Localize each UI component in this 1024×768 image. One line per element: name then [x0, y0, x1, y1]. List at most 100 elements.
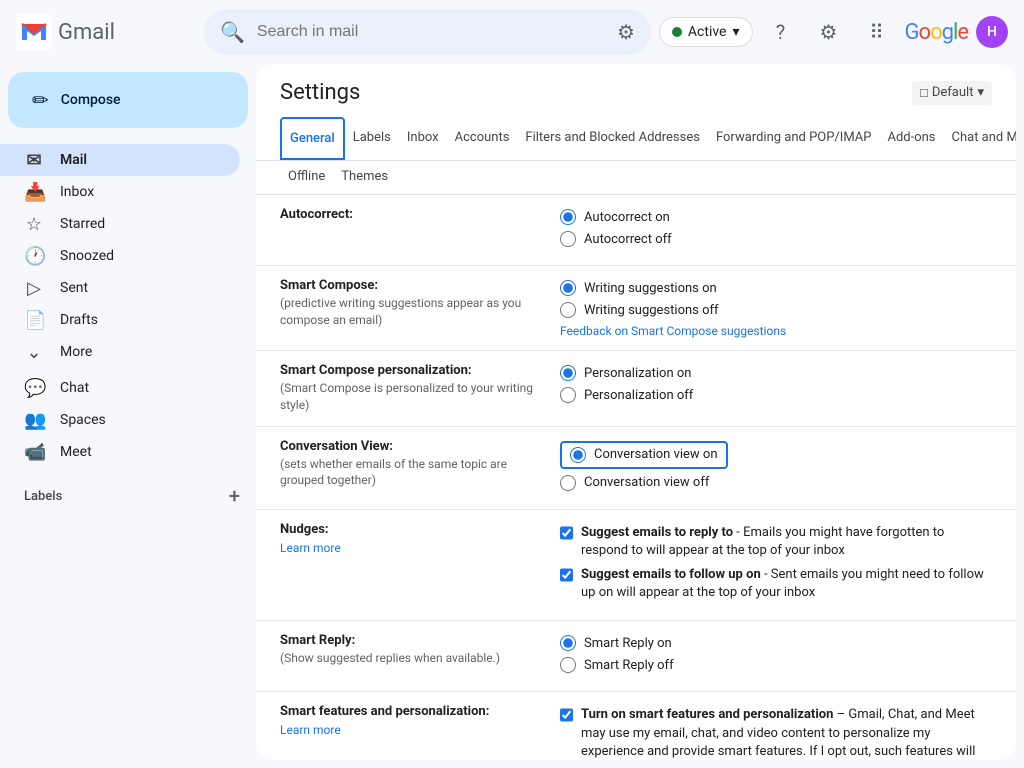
smart-features-label: Smart features and personalization: [280, 704, 536, 719]
smart-compose-pers-sublabel: (Smart Compose is personalized to your w… [280, 380, 536, 414]
tab-accounts[interactable]: Accounts [447, 118, 518, 160]
tab-inbox[interactable]: Inbox [399, 118, 447, 160]
tab-labels[interactable]: Labels [345, 118, 399, 160]
settings-view-label: □ [920, 85, 928, 101]
search-bar[interactable]: 🔍 ⚙ [204, 9, 651, 55]
personalization-on-option[interactable]: Personalization on [560, 365, 992, 381]
smart-compose-label: Smart Compose: [280, 278, 536, 293]
writing-suggestions-off-option[interactable]: Writing suggestions off [560, 302, 992, 318]
settings-title-text: Settings [280, 80, 360, 105]
suggest-reply-checkbox[interactable] [560, 525, 573, 541]
add-label-button[interactable]: + [229, 484, 240, 508]
personalization-on-label: Personalization on [584, 366, 691, 381]
sidebar-item-sent[interactable]: ▷ Sent [0, 272, 240, 304]
settings-view-button[interactable]: □ Default ▾ [912, 81, 992, 105]
sidebar-item-starred[interactable]: ☆ Starred [0, 208, 240, 240]
smart-reply-sublabel: (Show suggested replies when available.) [280, 650, 536, 667]
compose-label: Compose [61, 92, 121, 108]
google-logo: Google [905, 20, 968, 45]
conversation-view-on-label: Conversation view on [594, 447, 718, 462]
nav-section-chat: 💬 Chat 👥 Spaces 📹 Meet [0, 372, 256, 468]
autocorrect-on-radio[interactable] [560, 209, 576, 225]
tab-filters[interactable]: Filters and Blocked Addresses [517, 118, 708, 160]
smart-reply-label-col: Smart Reply: (Show suggested replies whe… [280, 633, 560, 679]
sidebar-item-more[interactable]: ⌄ More [0, 336, 240, 368]
smart-reply-off-radio[interactable] [560, 657, 576, 673]
settings-tabs: General Labels Inbox Accounts Filters an… [256, 117, 1016, 161]
settings-panel: Settings □ Default ▾ General Labels Inbo… [256, 64, 1016, 760]
autocorrect-off-label: Autocorrect off [584, 232, 672, 247]
nudges-learn-more-link[interactable]: Learn more [280, 541, 536, 555]
sidebar-item-chat[interactable]: 💬 Chat [0, 372, 240, 404]
autocorrect-off-option[interactable]: Autocorrect off [560, 231, 992, 247]
conversation-view-off-label: Conversation view off [584, 475, 709, 490]
nav-section-main: ✉ Mail 📥 Inbox ☆ Starred 🕐 Snoozed ▷ Sen… [0, 144, 256, 368]
tab-forwarding[interactable]: Forwarding and POP/IMAP [708, 118, 880, 160]
conversation-view-off-radio[interactable] [560, 475, 576, 491]
nudges-options: Suggest emails to reply to - Emails you … [560, 522, 992, 609]
suggest-followup-option[interactable]: Suggest emails to follow up on - Sent em… [560, 566, 992, 602]
autocorrect-options: Autocorrect on Autocorrect off [560, 207, 992, 253]
personalization-off-radio[interactable] [560, 387, 576, 403]
settings-header: Settings □ Default ▾ [256, 64, 1016, 117]
tab-addons[interactable]: Add-ons [879, 118, 943, 160]
smart-compose-feedback-link[interactable]: Feedback on Smart Compose suggestions [560, 324, 992, 338]
sidebar-item-mail[interactable]: ✉ Mail [0, 144, 240, 176]
search-input[interactable] [257, 23, 605, 41]
smart-reply-on-radio[interactable] [560, 635, 576, 651]
smart-features-checkbox-option[interactable]: Turn on smart features and personalizati… [560, 706, 992, 760]
tab-general[interactable]: General [280, 117, 345, 161]
suggest-followup-text: Suggest emails to follow up on - Sent em… [581, 566, 992, 602]
writing-suggestions-on-radio[interactable] [560, 280, 576, 296]
sidebar-item-drafts[interactable]: 📄 Drafts [0, 304, 240, 336]
sidebar-item-snoozed[interactable]: 🕐 Snoozed [0, 240, 240, 272]
personalization-on-radio[interactable] [560, 365, 576, 381]
autocorrect-on-option[interactable]: Autocorrect on [560, 209, 992, 225]
writing-suggestions-off-radio[interactable] [560, 302, 576, 318]
sidebar-item-label-sent: Sent [60, 280, 224, 296]
smart-reply-on-option[interactable]: Smart Reply on [560, 635, 992, 651]
chevron-icon: ⌄ [24, 342, 44, 363]
subtab-offline[interactable]: Offline [280, 161, 333, 195]
subtab-themes[interactable]: Themes [333, 161, 396, 195]
smart-compose-label-col: Smart Compose: (predictive writing sugge… [280, 278, 560, 338]
conversation-view-off-option[interactable]: Conversation view off [560, 475, 992, 491]
labels-header: Labels + [24, 480, 256, 512]
conversation-view-label: Conversation View: [280, 439, 536, 454]
tab-chatmeet[interactable]: Chat and Meet [944, 118, 1016, 160]
smart-reply-off-option[interactable]: Smart Reply off [560, 657, 992, 673]
search-tune-icon[interactable]: ⚙ [617, 20, 635, 44]
main-layout: ✏ Compose ✉ Mail 📥 Inbox ☆ Starred 🕐 Sno… [0, 64, 1024, 768]
sidebar-item-meet[interactable]: 📹 Meet [0, 436, 240, 468]
settings-row-autocorrect: Autocorrect: Autocorrect on Autocorrect … [256, 195, 1016, 266]
settings-row-smart-compose: Smart Compose: (predictive writing sugge… [256, 266, 1016, 351]
sidebar-item-spaces[interactable]: 👥 Spaces [0, 404, 240, 436]
personalization-off-label: Personalization off [584, 388, 693, 403]
apps-button[interactable]: ⠿ [857, 12, 897, 52]
compose-button[interactable]: ✏ Compose [8, 72, 248, 128]
avatar[interactable]: H [976, 16, 1008, 48]
conversation-view-on-option[interactable]: Conversation view on [570, 447, 718, 463]
sidebar-item-label-snoozed: Snoozed [60, 248, 224, 264]
sidebar-item-label-mail: Mail [60, 152, 224, 168]
suggest-reply-text: Suggest emails to reply to - Emails you … [581, 524, 992, 560]
personalization-off-option[interactable]: Personalization off [560, 387, 992, 403]
gmail-logo-text: Gmail [58, 20, 115, 45]
conversation-view-on-highlighted: Conversation view on [560, 441, 728, 469]
sidebar: ✏ Compose ✉ Mail 📥 Inbox ☆ Starred 🕐 Sno… [0, 64, 256, 768]
autocorrect-off-radio[interactable] [560, 231, 576, 247]
help-button[interactable]: ? [761, 12, 801, 52]
sidebar-item-inbox[interactable]: 📥 Inbox [0, 176, 240, 208]
smart-features-learn-more-link[interactable]: Learn more [280, 723, 536, 737]
conversation-view-on-radio[interactable] [570, 447, 586, 463]
writing-suggestions-on-option[interactable]: Writing suggestions on [560, 280, 992, 296]
smart-features-label-col: Smart features and personalization: Lear… [280, 704, 560, 760]
suggest-followup-checkbox[interactable] [560, 567, 573, 583]
suggest-reply-option[interactable]: Suggest emails to reply to - Emails you … [560, 524, 992, 560]
smart-features-checkbox[interactable] [560, 707, 573, 723]
settings-button[interactable]: ⚙ [809, 12, 849, 52]
status-button[interactable]: Active ▾ [659, 17, 753, 47]
search-icon: 🔍 [220, 20, 245, 44]
settings-view-text: Default [932, 85, 974, 100]
topbar-right: Active ▾ ? ⚙ ⠿ Google H [659, 12, 1008, 52]
